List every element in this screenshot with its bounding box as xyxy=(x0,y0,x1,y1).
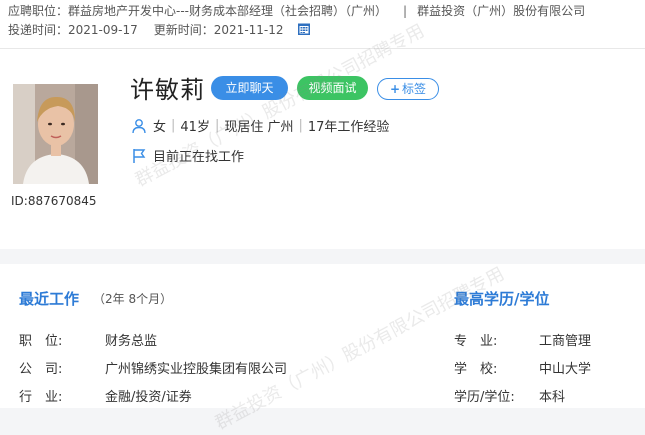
flag-icon xyxy=(133,148,146,163)
position-value: 群益房地产开发中心---财务成本部经理（社会招聘）（广州） xyxy=(68,4,388,18)
add-tag-label: 标签 xyxy=(402,82,427,96)
update-time-value: 2021-11-12 xyxy=(213,23,284,37)
work-key: 公 司: xyxy=(19,362,63,377)
video-interview-button[interactable]: 视频面试 xyxy=(297,76,368,100)
edu-value: 中山大学 xyxy=(539,362,592,377)
edu-row-school: 学 校: 中山大学 xyxy=(454,358,634,377)
recent-work-duration: （2年 8个月） xyxy=(93,292,173,306)
application-dates-line: 投递时间：2021-09-17 更新时间：2021-11-12 xyxy=(8,21,311,38)
edu-key: 专 业: xyxy=(454,334,498,349)
chat-now-button[interactable]: 立即聊天 xyxy=(211,76,288,100)
gender-value: 女 xyxy=(153,120,167,135)
candidate-profile-card: ID:887670845 许敏莉 立即聊天 视频面试 + 标签 女 | 41岁 |… xyxy=(0,20,645,249)
add-tag-button[interactable]: + 标签 xyxy=(377,78,439,100)
recent-work-title: 最近工作 xyxy=(19,290,80,308)
edu-row-degree: 学历/学位: 本科 xyxy=(454,386,634,405)
work-value: 金融/投资/证券 xyxy=(105,390,192,405)
info-divider: | xyxy=(214,118,220,133)
application-position-line: 应聘职位：群益房地产开发中心---财务成本部经理（社会招聘）（广州） | 群益投资（… xyxy=(8,2,585,19)
status-value: 目前正在找工作 xyxy=(153,150,245,165)
candidate-basic-info: 女 | 41岁 | 现居住 广州 | 17年工作经验 xyxy=(131,116,389,135)
edu-value: 本科 xyxy=(539,390,566,405)
info-divider: | xyxy=(171,118,176,133)
update-time-label: 更新时间： xyxy=(153,23,214,37)
edu-key: 学历/学位: xyxy=(454,390,515,405)
work-row-company: 公 司: 广州锦绣实业控股集团有限公司 xyxy=(19,358,319,377)
submit-time-label: 投递时间： xyxy=(8,23,69,37)
job-search-status: 目前正在找工作 xyxy=(131,146,244,165)
info-divider: | xyxy=(298,118,303,133)
work-row-industry: 行 业: 金融/投资/证券 xyxy=(19,386,319,405)
work-value: 广州锦绣实业控股集团有限公司 xyxy=(105,362,288,377)
position-label: 应聘职位： xyxy=(8,4,69,18)
work-key: 行 业: xyxy=(19,390,63,405)
company-name: 群益投资（广州）股份有限公司 xyxy=(417,4,586,18)
age-value: 41岁 xyxy=(180,120,210,135)
work-education-section: 最近工作 （2年 8个月） 职 位: 财务总监 公 司: 广州锦绣实业控股集团有… xyxy=(0,263,645,434)
work-key: 职 位: xyxy=(19,334,63,349)
residence-value: 现居住 广州 xyxy=(224,120,294,135)
header-separator: | xyxy=(403,4,408,18)
candidate-photo xyxy=(13,84,98,184)
calendar-icon[interactable] xyxy=(297,22,311,36)
submit-time-value: 2021-09-17 xyxy=(68,23,138,37)
candidate-id: ID:887670845 xyxy=(11,194,97,208)
person-icon xyxy=(132,118,146,133)
education-title: 最高学历/学位 xyxy=(454,290,550,308)
edu-value: 工商管理 xyxy=(539,334,592,349)
work-value: 财务总监 xyxy=(105,334,158,349)
edu-key: 学 校: xyxy=(454,362,498,377)
edu-row-major: 专 业: 工商管理 xyxy=(454,330,634,349)
application-header: 应聘职位：群益房地产开发中心---财务成本部经理（社会招聘）（广州） | 群益投资（… xyxy=(0,0,645,49)
candidate-name: 许敏莉 xyxy=(130,76,205,104)
experience-value: 17年工作经验 xyxy=(307,120,390,135)
plus-icon: + xyxy=(389,82,401,96)
work-row-position: 职 位: 财务总监 xyxy=(19,330,319,349)
